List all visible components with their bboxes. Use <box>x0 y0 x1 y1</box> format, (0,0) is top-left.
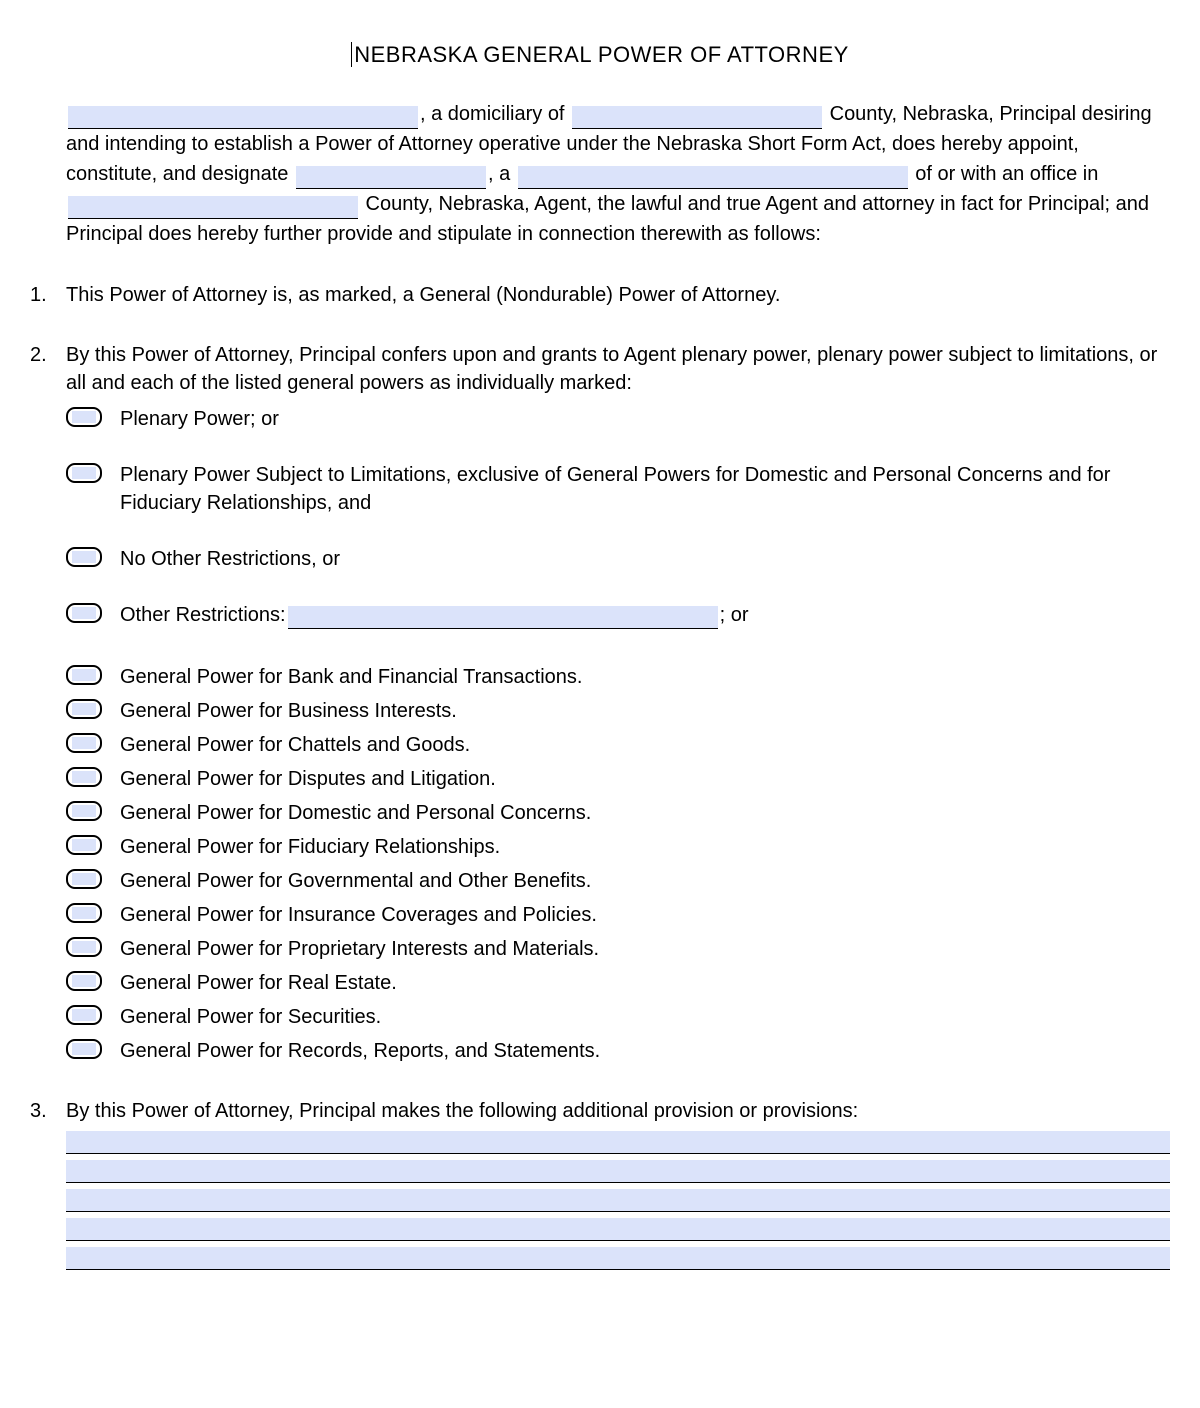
list-item-3: 3. By this Power of Attorney, Principal … <box>30 1097 1170 1270</box>
provision-line-4[interactable] <box>66 1218 1170 1241</box>
check-row-other: Other Restrictions: ; or <box>66 601 1170 629</box>
checkbox-g11[interactable] <box>66 1005 102 1025</box>
check-row-g3: General Power for Chattels and Goods. <box>66 731 1170 759</box>
label-g8: General Power for Insurance Coverages an… <box>120 901 1170 929</box>
item-body-3: By this Power of Attorney, Principal mak… <box>66 1097 1170 1270</box>
provision-line-2[interactable] <box>66 1160 1170 1183</box>
list-item-2: 2. By this Power of Attorney, Principal … <box>30 341 1170 1065</box>
label-other-prefix: Other Restrictions: <box>120 604 286 626</box>
agent-county-field[interactable] <box>68 196 358 219</box>
checkbox-other[interactable] <box>66 603 102 623</box>
check-row-g1: General Power for Bank and Financial Tra… <box>66 663 1170 691</box>
check-row-g11: General Power for Securities. <box>66 1003 1170 1031</box>
checkbox-g5[interactable] <box>66 801 102 821</box>
item-number-3: 3. <box>30 1097 66 1270</box>
label-g6: General Power for Fiduciary Relationship… <box>120 833 1170 861</box>
checkbox-g8[interactable] <box>66 903 102 923</box>
principal-name-field[interactable] <box>68 106 418 129</box>
label-plenary: Plenary Power; or <box>120 405 1170 433</box>
checkbox-g10[interactable] <box>66 971 102 991</box>
item-number-1: 1. <box>30 281 66 309</box>
label-g10: General Power for Real Estate. <box>120 969 1170 997</box>
intro-text-1: , a domiciliary of <box>420 103 570 125</box>
check-row-g9: General Power for Proprietary Interests … <box>66 935 1170 963</box>
label-g7: General Power for Governmental and Other… <box>120 867 1170 895</box>
checkbox-g12[interactable] <box>66 1039 102 1059</box>
checkbox-g3[interactable] <box>66 733 102 753</box>
checkbox-g1[interactable] <box>66 665 102 685</box>
label-g12: General Power for Records, Reports, and … <box>120 1037 1170 1065</box>
checkbox-g2[interactable] <box>66 699 102 719</box>
item-2-intro: By this Power of Attorney, Principal con… <box>66 341 1170 397</box>
check-row-no-other: No Other Restrictions, or <box>66 545 1170 573</box>
label-g5: General Power for Domestic and Personal … <box>120 799 1170 827</box>
other-restrictions-field[interactable] <box>288 606 718 629</box>
label-no-other: No Other Restrictions, or <box>120 545 1170 573</box>
checkbox-g7[interactable] <box>66 869 102 889</box>
provision-line-5[interactable] <box>66 1247 1170 1270</box>
title-text: NEBRASKA GENERAL POWER OF ATTORNEY <box>351 42 849 67</box>
item-body-1: This Power of Attorney is, as marked, a … <box>66 281 1170 309</box>
checkbox-no-other[interactable] <box>66 547 102 567</box>
check-row-g10: General Power for Real Estate. <box>66 969 1170 997</box>
item-body-2: By this Power of Attorney, Principal con… <box>66 341 1170 1065</box>
label-g3: General Power for Chattels and Goods. <box>120 731 1170 759</box>
check-row-g6: General Power for Fiduciary Relationship… <box>66 833 1170 861</box>
check-row-plenary-limited: Plenary Power Subject to Limitations, ex… <box>66 461 1170 517</box>
label-g11: General Power for Securities. <box>120 1003 1170 1031</box>
label-other-suffix: ; or <box>720 604 749 626</box>
label-plenary-limited: Plenary Power Subject to Limitations, ex… <box>120 461 1170 517</box>
label-other-wrap: Other Restrictions: ; or <box>120 601 1170 629</box>
agent-description-field[interactable] <box>518 166 908 189</box>
label-g4: General Power for Disputes and Litigatio… <box>120 765 1170 793</box>
check-row-g12: General Power for Records, Reports, and … <box>66 1037 1170 1065</box>
intro-paragraph: , a domiciliary of County, Nebraska, Pri… <box>66 99 1170 249</box>
list-item-1: 1. This Power of Attorney is, as marked,… <box>30 281 1170 309</box>
document-title: NEBRASKA GENERAL POWER OF ATTORNEY <box>30 40 1170 71</box>
checkbox-g4[interactable] <box>66 767 102 787</box>
check-row-g5: General Power for Domestic and Personal … <box>66 799 1170 827</box>
intro-text-4: of or with an office in <box>910 163 1099 185</box>
checkbox-g9[interactable] <box>66 937 102 957</box>
provision-line-3[interactable] <box>66 1189 1170 1212</box>
check-row-g8: General Power for Insurance Coverages an… <box>66 901 1170 929</box>
intro-text-3: , a <box>488 163 516 185</box>
item-number-2: 2. <box>30 341 66 1065</box>
checkbox-plenary[interactable] <box>66 407 102 427</box>
check-row-g4: General Power for Disputes and Litigatio… <box>66 765 1170 793</box>
check-row-g2: General Power for Business Interests. <box>66 697 1170 725</box>
agent-name-field[interactable] <box>296 166 486 189</box>
label-g2: General Power for Business Interests. <box>120 697 1170 725</box>
provision-line-1[interactable] <box>66 1131 1170 1154</box>
check-row-plenary: Plenary Power; or <box>66 405 1170 433</box>
checkbox-plenary-limited[interactable] <box>66 463 102 483</box>
checkbox-g6[interactable] <box>66 835 102 855</box>
item-3-intro: By this Power of Attorney, Principal mak… <box>66 1097 1170 1125</box>
label-g1: General Power for Bank and Financial Tra… <box>120 663 1170 691</box>
label-g9: General Power for Proprietary Interests … <box>120 935 1170 963</box>
principal-county-field[interactable] <box>572 106 822 129</box>
check-row-g7: General Power for Governmental and Other… <box>66 867 1170 895</box>
